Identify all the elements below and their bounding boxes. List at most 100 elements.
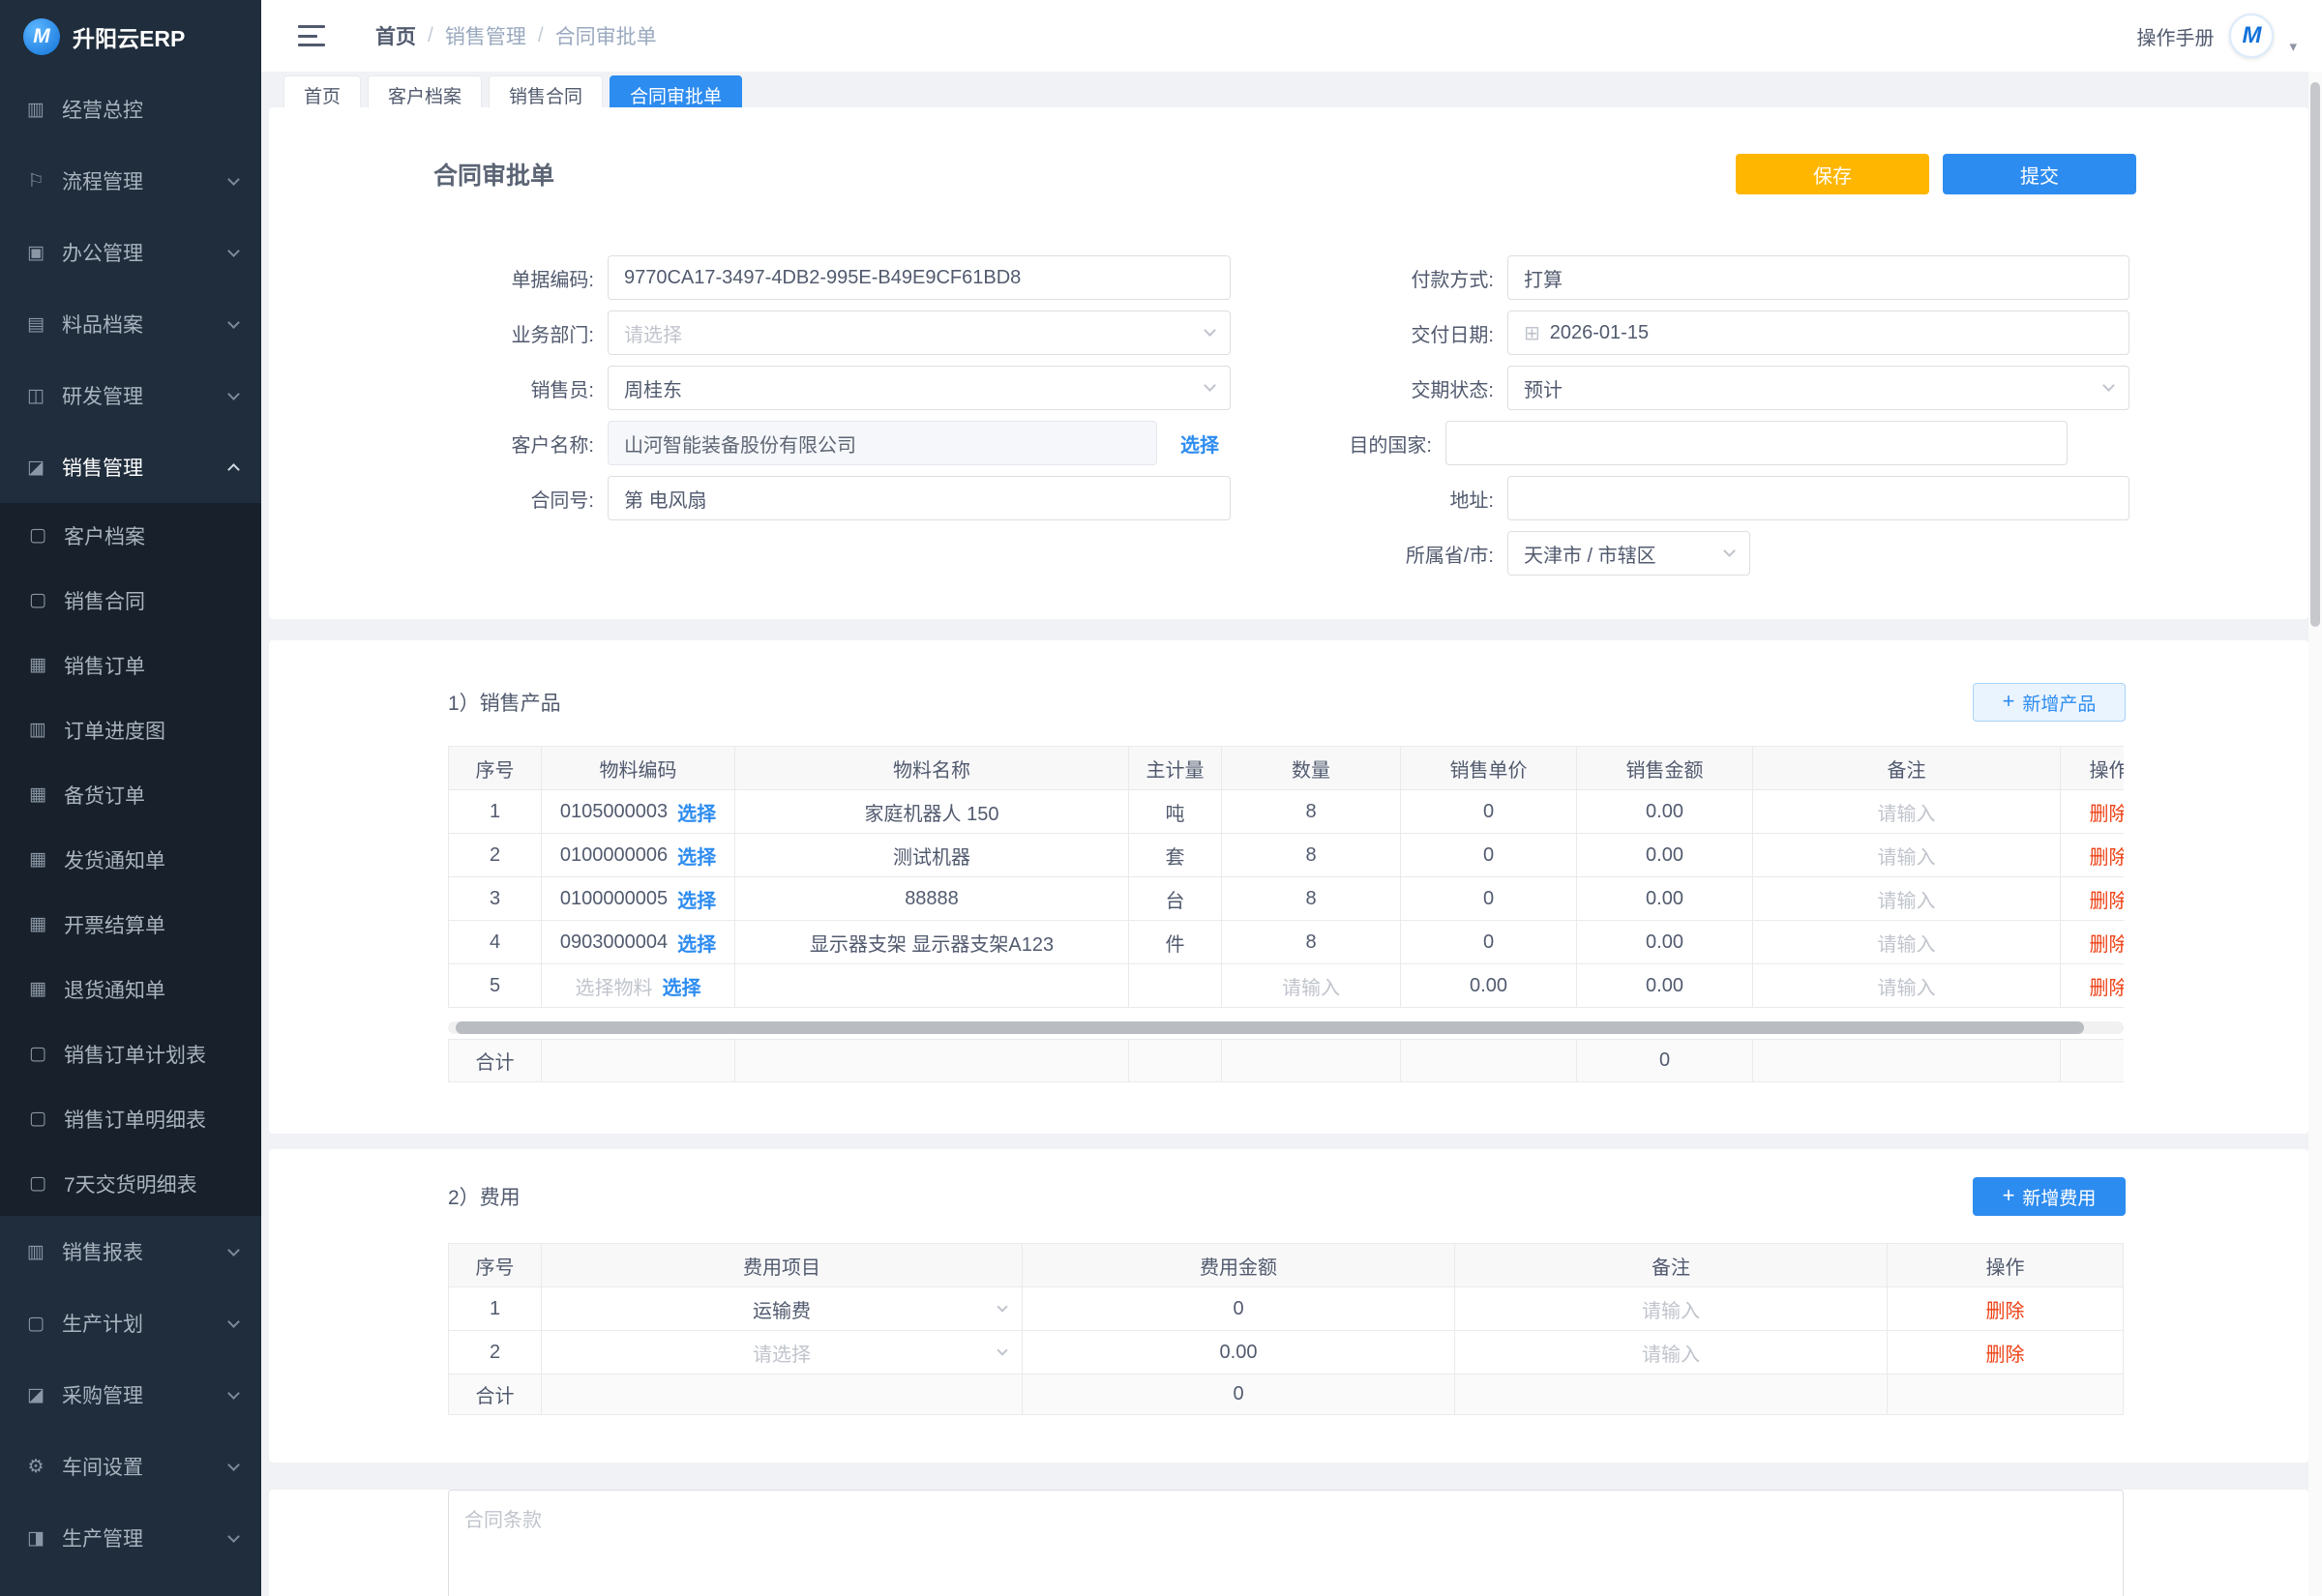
fee-amount-input[interactable]: 0.00 [1023, 1331, 1455, 1374]
user-avatar[interactable]: M [2229, 14, 2274, 58]
choose-material-link[interactable]: 选择 [677, 842, 716, 870]
contract-terms-textarea[interactable]: 合同条款 [448, 1490, 2124, 1596]
qty-input[interactable]: 8 [1222, 921, 1401, 964]
salesman-select[interactable]: 周桂东 [608, 366, 1231, 410]
price-input[interactable]: 0 [1401, 877, 1577, 921]
sidebar-item[interactable]: ◫研发管理 [0, 360, 261, 431]
breadcrumb-item[interactable]: 首页 [375, 21, 416, 50]
sidebar-subitem[interactable]: ▦退货通知单 [0, 957, 261, 1021]
choose-material-link[interactable]: 选择 [677, 798, 716, 826]
tab-active[interactable]: 合同审批单 [610, 75, 742, 107]
department-select[interactable]: 请选择 [608, 310, 1231, 355]
tab-item[interactable]: 客户档案 [368, 75, 482, 107]
sidebar-subitem[interactable]: ▥订单进度图 [0, 697, 261, 762]
sidebar-item[interactable]: ▥销售报表 [0, 1216, 261, 1287]
cell-material-code: 0105000003选择 [542, 790, 735, 834]
delete-product-link[interactable]: 删除 [2090, 972, 2125, 1000]
fee-amount-input[interactable]: 0 [1023, 1287, 1455, 1331]
delete-fee-link[interactable]: 删除 [1986, 1295, 2025, 1323]
sidebar-item[interactable]: ⚙车间设置 [0, 1431, 261, 1502]
cell-material-name: 显示器支架 显示器支架A123 [735, 921, 1129, 964]
remark-input[interactable]: 请输入 [1753, 834, 2061, 877]
remark-input[interactable]: 请输入 [1455, 1287, 1888, 1331]
price-input[interactable]: 0 [1401, 834, 1577, 877]
breadcrumb-item[interactable]: 销售管理 [445, 21, 526, 50]
tab-item[interactable]: 首页 [283, 75, 361, 107]
sidebar-subitem[interactable]: ▢销售订单计划表 [0, 1021, 261, 1086]
sidebar-subitem[interactable]: ▢销售订单明细表 [0, 1086, 261, 1151]
table-icon: ▦ [25, 783, 50, 806]
contract-no-input[interactable]: 第 电风扇 [608, 476, 1231, 520]
column-header: 备注 [1455, 1244, 1888, 1287]
sidebar-subitem[interactable]: ▦备货订单 [0, 762, 261, 827]
choose-material-link[interactable]: 选择 [677, 885, 716, 913]
breadcrumb-separator: / [538, 24, 544, 47]
sidebar-item[interactable]: ◪销售管理 [0, 431, 261, 503]
horizontal-scrollbar-thumb[interactable] [456, 1021, 2084, 1034]
fee-item-select[interactable]: 请选择 [542, 1331, 1023, 1374]
delete-fee-link[interactable]: 删除 [1986, 1339, 2025, 1367]
delete-product-link[interactable]: 删除 [2090, 929, 2125, 957]
delete-product-link[interactable]: 删除 [2090, 798, 2125, 826]
sidebar-item-label: 采购管理 [62, 1380, 143, 1409]
remark-input[interactable]: 请输入 [1753, 877, 2061, 921]
price-input[interactable]: 0 [1401, 921, 1577, 964]
save-button[interactable]: 保存 [1736, 154, 1929, 194]
sidebar-item[interactable]: ▣办公管理 [0, 217, 261, 288]
address-input[interactable] [1507, 476, 2129, 520]
total-empty-cell [1753, 1040, 2061, 1082]
column-header: 费用金额 [1023, 1244, 1455, 1287]
sheet-icon: ▢ [25, 1172, 50, 1195]
sidebar-item[interactable]: ▢生产计划 [0, 1287, 261, 1359]
choose-material-link[interactable]: 选择 [663, 972, 701, 1000]
sidebar-subitem-label: 销售订单计划表 [64, 1040, 206, 1069]
sidebar-subitem[interactable]: ▢销售合同 [0, 568, 261, 633]
vertical-scrollbar-thumb[interactable] [2310, 82, 2320, 627]
sidebar-item[interactable]: ◪采购管理 [0, 1359, 261, 1431]
gear-icon: ⚙ [23, 1456, 48, 1478]
menu-fold-icon[interactable] [298, 25, 325, 46]
delivery-date-input[interactable]: ⊞ 2026-01-15 [1507, 310, 2129, 355]
sidebar-item[interactable]: ⚐流程管理 [0, 145, 261, 217]
choose-material-link[interactable]: 选择 [677, 929, 716, 957]
remark-input[interactable]: 请输入 [1455, 1331, 1888, 1374]
delivery-status-select[interactable]: 预计 [1507, 366, 2129, 410]
caret-down-icon[interactable]: ▾ [2289, 38, 2297, 55]
remark-input[interactable]: 请输入 [1753, 921, 2061, 964]
sidebar-item[interactable]: ▤料品档案 [0, 288, 261, 360]
dest-country-label: 目的国家: [1219, 429, 1445, 458]
chevron-down-icon [1204, 324, 1216, 337]
tab-item[interactable]: 销售合同 [489, 75, 603, 107]
sidebar-subitem[interactable]: ▢客户档案 [0, 503, 261, 568]
price-input[interactable]: 0.00 [1401, 964, 1577, 1008]
payment-input[interactable]: 打算 [1507, 255, 2129, 300]
province-cascader[interactable]: 天津市 / 市辖区 [1507, 531, 1750, 576]
add-product-button[interactable]: + 新增产品 [1973, 683, 2126, 722]
cell-unit: 套 [1129, 834, 1222, 877]
doc-code-input[interactable]: 9770CA17-3497-4DB2-995E-B49E9CF61BD8 [608, 255, 1231, 300]
remark-input[interactable]: 请输入 [1753, 964, 2061, 1008]
sidebar-item[interactable]: ▥经营总控 [0, 74, 261, 145]
dest-country-input[interactable] [1445, 421, 2068, 465]
qty-input[interactable]: 8 [1222, 834, 1401, 877]
choose-customer-link[interactable]: 选择 [1180, 429, 1219, 458]
cell-seq: 2 [449, 1331, 542, 1374]
qty-input[interactable]: 8 [1222, 790, 1401, 834]
sidebar-subitem[interactable]: ▦发货通知单 [0, 827, 261, 892]
total-amount: 0 [1023, 1374, 1455, 1415]
qty-input[interactable]: 请输入 [1222, 964, 1401, 1008]
sidebar-subitem[interactable]: ▢7天交货明细表 [0, 1151, 261, 1216]
sidebar-subitem[interactable]: ▦开票结算单 [0, 892, 261, 957]
delete-product-link[interactable]: 删除 [2090, 842, 2125, 870]
remark-input[interactable]: 请输入 [1753, 790, 2061, 834]
delete-product-link[interactable]: 删除 [2090, 885, 2125, 913]
qty-input[interactable]: 8 [1222, 877, 1401, 921]
cell-seq: 2 [449, 834, 542, 877]
sidebar-subitem[interactable]: ▦销售订单 [0, 633, 261, 697]
price-input[interactable]: 0 [1401, 790, 1577, 834]
manual-link[interactable]: 操作手册 [2136, 22, 2214, 50]
submit-button[interactable]: 提交 [1943, 154, 2136, 194]
add-fee-button[interactable]: + 新增费用 [1973, 1177, 2126, 1216]
fee-item-select[interactable]: 运输费 [542, 1287, 1023, 1331]
sidebar-item[interactable]: ◨生产管理 [0, 1502, 261, 1574]
